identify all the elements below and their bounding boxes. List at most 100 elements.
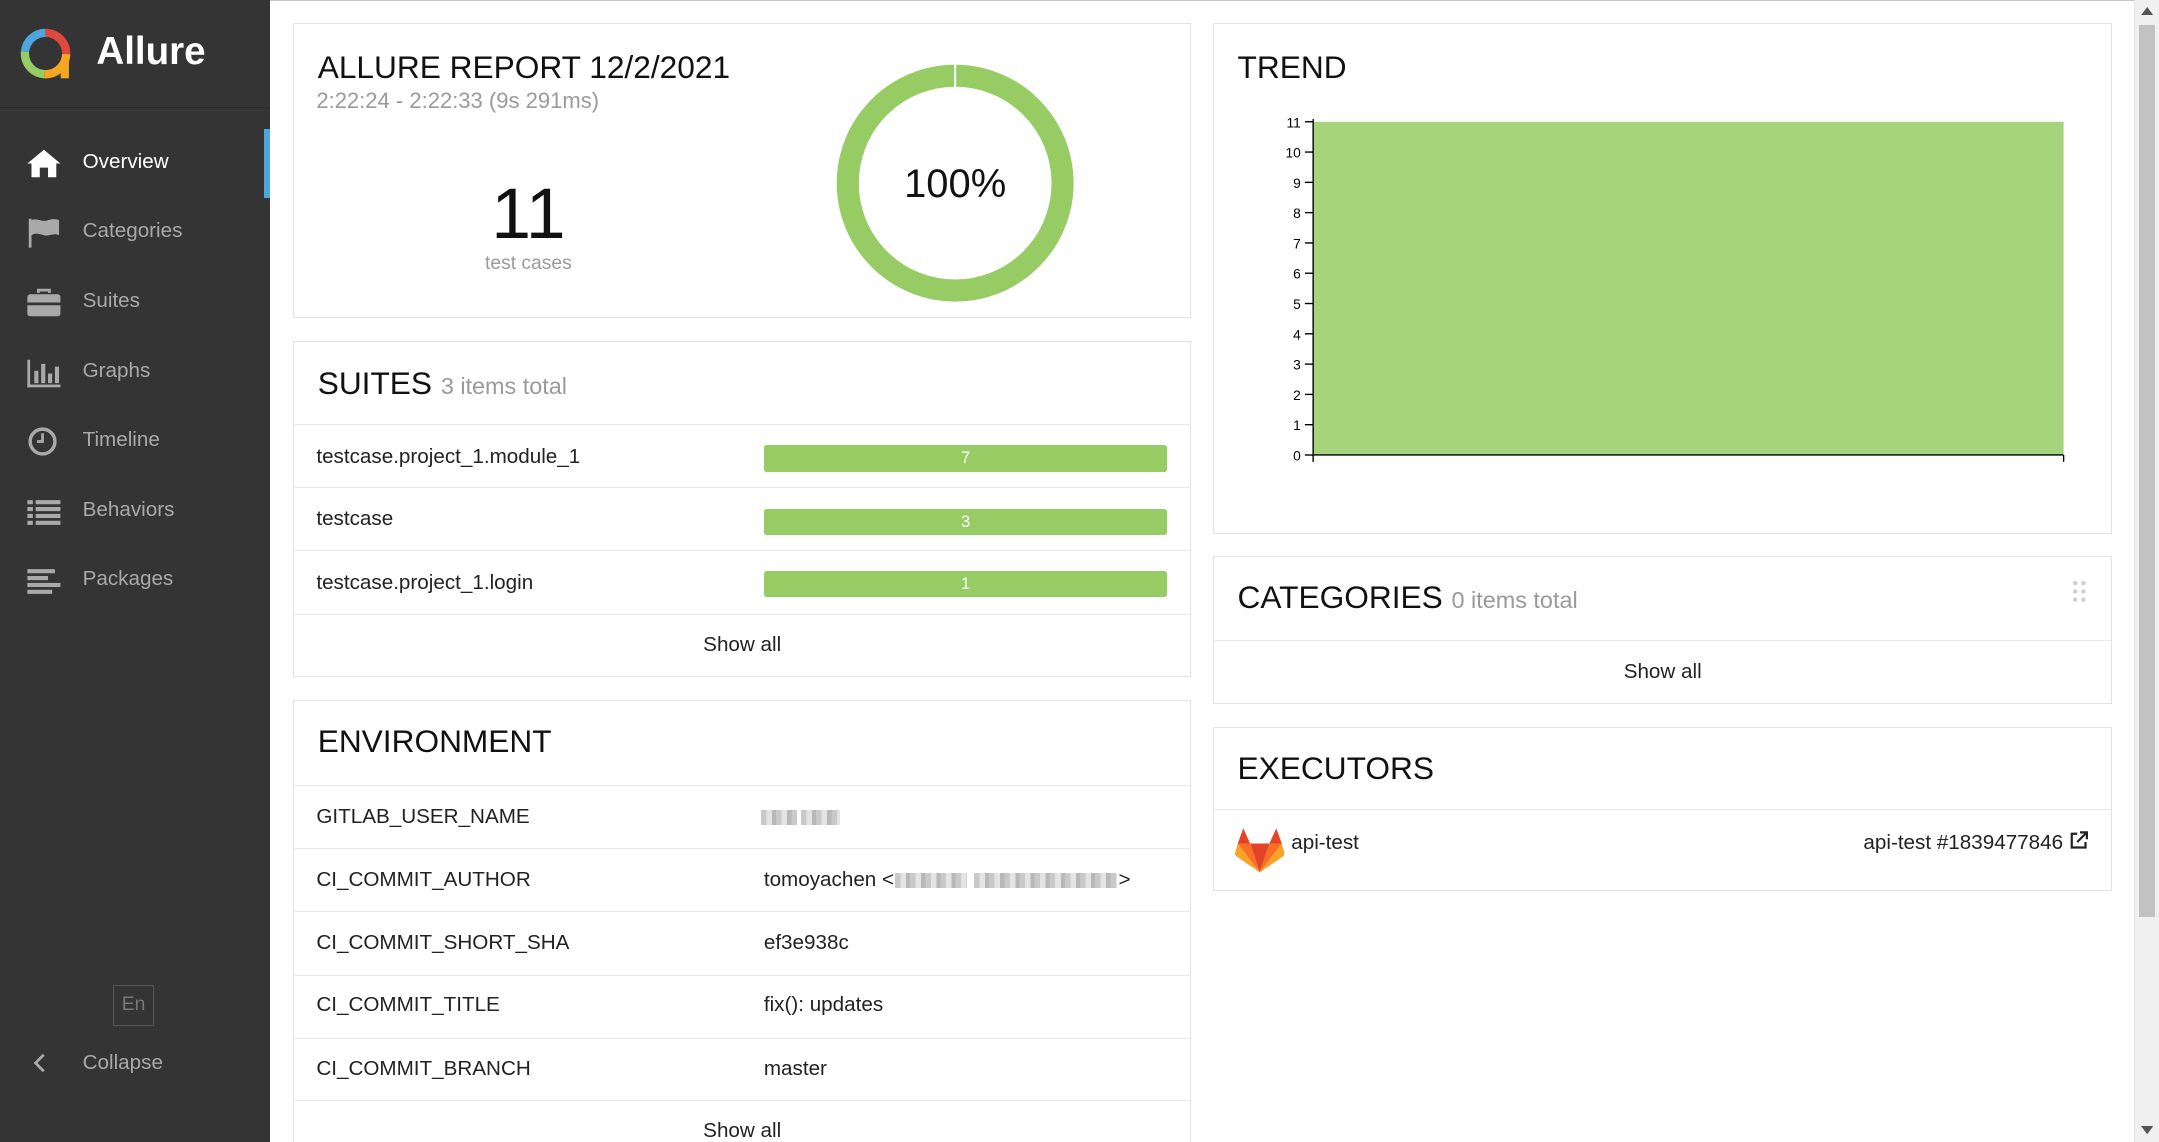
suites-count: 3 items total [440,372,567,399]
summary-widget: ALLURE REPORT 12/2/2021 2:22:24 - 2:22:3… [293,23,1192,319]
environment-footer: Show all [294,1099,1191,1142]
sidebar-item-behaviors[interactable]: Behaviors [0,478,270,547]
suite-row[interactable]: testcase.project_1.module_1 7 [294,423,1191,487]
trend-y-tick-label: 0 [1293,449,1301,464]
external-link-icon[interactable] [2069,831,2088,850]
suites-title-text: SUITES [317,364,433,401]
sidebar-item-label: Timeline [82,428,160,452]
pass-rate-donut[interactable]: 100% [834,62,1076,304]
sidebar-item-label: Categories [82,218,183,242]
suites-show-all-link[interactable]: Show all [294,633,1190,657]
sidebar-item-label: Suites [82,289,140,313]
trend-y-tick-label: 1 [1293,419,1301,434]
trend-y-tick-label: 3 [1293,358,1301,373]
trend-y-tick-label: 4 [1293,328,1301,343]
environment-title: ENVIRONMENT [317,722,552,759]
env-value-end: > [1118,868,1131,892]
scroll-down-arrow-icon[interactable] [2140,1126,2154,1135]
redacted-text [801,809,840,825]
trend-y-tick-label: 10 [1286,146,1302,161]
environment-widget: ENVIRONMENT GITLAB_USER_NAME CI_COMMIT_A… [293,699,1192,1142]
env-key: CI_COMMIT_AUTHOR [316,868,531,892]
env-value: master [763,1056,827,1080]
drag-handle-icon[interactable] [2071,579,2088,604]
sidebar-item-categories[interactable]: Categories [0,198,270,267]
align-left-icon [27,568,61,594]
env-value-text: tomoyachen < [763,868,895,892]
brand[interactable]: Allure [0,0,270,109]
suites-title: SUITES 3 items total [318,365,567,402]
sidebar-item-label: Overview [82,150,169,174]
env-key: CI_COMMIT_TITLE [316,993,500,1017]
trend-widget: TREND 0 1 2 3 4 5 6 7 8 9 10 11 [1213,23,2113,535]
env-key: CI_COMMIT_SHORT_SHA [316,931,570,955]
env-value-redacted [760,805,841,829]
suite-name: testcase [316,507,394,531]
env-row: CI_COMMIT_AUTHOR tomoyachen < > [294,847,1191,911]
env-row: CI_COMMIT_BRANCH master [294,1037,1191,1100]
trend-y-tick-label: 6 [1293,267,1301,282]
redacted-text [973,873,1118,889]
env-key: GITLAB_USER_NAME [316,804,530,828]
trend-y-tick-label: 2 [1293,388,1301,403]
sidebar-item-suites[interactable]: Suites [0,269,270,338]
trend-y-tick-label: 7 [1293,237,1301,252]
suite-name: testcase.project_1.login [316,570,534,594]
suite-name: testcase.project_1.module_1 [316,445,581,469]
collapse-label: Collapse [82,1050,163,1074]
report-title: ALLURE REPORT 12/2/2021 [317,49,731,86]
suite-passed-bar[interactable]: 1 [763,570,1168,597]
suite-row[interactable]: testcase.project_1.login 1 [294,550,1191,613]
page-scrollbar[interactable] [2134,0,2159,1142]
categories-show-all-link[interactable]: Show all [1214,660,2111,684]
categories-footer: Show all [1214,639,2112,703]
environment-show-all-link[interactable]: Show all [294,1119,1190,1142]
gitlab-icon [1234,828,1285,873]
list-icon [27,499,61,525]
env-row: CI_COMMIT_TITLE fix(): updates [294,974,1191,1038]
sidebar: Allure Overview Categories Suites Graphs… [0,0,270,1142]
pass-rate-label: 100% [904,162,1006,206]
executor-build-link[interactable]: api-test #1839477846 [1863,831,2063,855]
sidebar-item-graphs[interactable]: Graphs [0,339,270,408]
test-case-count-label: test cases [485,252,572,274]
redacted-text [895,873,968,889]
trend-y-tick-label: 8 [1293,207,1301,222]
scroll-up-arrow-icon[interactable] [2140,6,2154,16]
allure-app: Allure Overview Categories Suites Graphs… [0,0,2159,1142]
sidebar-item-timeline[interactable]: Timeline [0,408,270,477]
chevron-left-icon [33,1053,46,1073]
suite-row[interactable]: testcase 3 [294,487,1191,550]
app-name: Allure [96,30,206,74]
suites-widget: SUITES 3 items total testcase.project_1.… [293,341,1192,678]
suite-passed-bar[interactable]: 7 [763,445,1168,472]
sidebar-item-overview[interactable]: Overview [0,129,270,199]
bar-chart-icon [27,359,61,387]
executors-widget: EXECUTORS api-test api-test #1839477846 [1213,727,2113,891]
sidebar-item-label: Behaviors [82,498,175,522]
executor-name: api-test [1291,830,1359,854]
trend-area[interactable] [1313,122,2064,456]
sidebar-item-label: Graphs [82,359,151,383]
executor-row[interactable]: api-test api-test #1839477846 [1214,809,2112,890]
executors-title: EXECUTORS [1237,750,1434,787]
trend-y-tick-label: 5 [1293,297,1301,312]
flag-icon [28,218,60,248]
trend-chart[interactable]: 0 1 2 3 4 5 6 7 8 9 10 11 [1214,24,2110,532]
language-switch[interactable]: En [112,984,155,1026]
trend-y-tick-label: 9 [1293,176,1301,191]
collapse-button[interactable]: Collapse [0,1036,270,1091]
categories-widget: CATEGORIES 0 items total Show all [1213,556,2113,704]
sidebar-item-packages[interactable]: Packages [0,547,270,616]
allure-logo-icon [20,28,71,79]
sidebar-item-label: Packages [82,567,174,591]
briefcase-icon [27,289,61,317]
env-row: GITLAB_USER_NAME [294,784,1191,848]
suites-footer: Show all [294,613,1191,677]
scrollbar-thumb[interactable] [2139,24,2155,918]
test-case-count: 11 [491,174,566,255]
categories-title-text: CATEGORIES [1237,579,1443,616]
env-value: fix(): updates [763,993,884,1017]
env-row: CI_COMMIT_SHORT_SHA ef3e938c [294,911,1191,974]
suite-passed-bar[interactable]: 3 [763,508,1168,535]
